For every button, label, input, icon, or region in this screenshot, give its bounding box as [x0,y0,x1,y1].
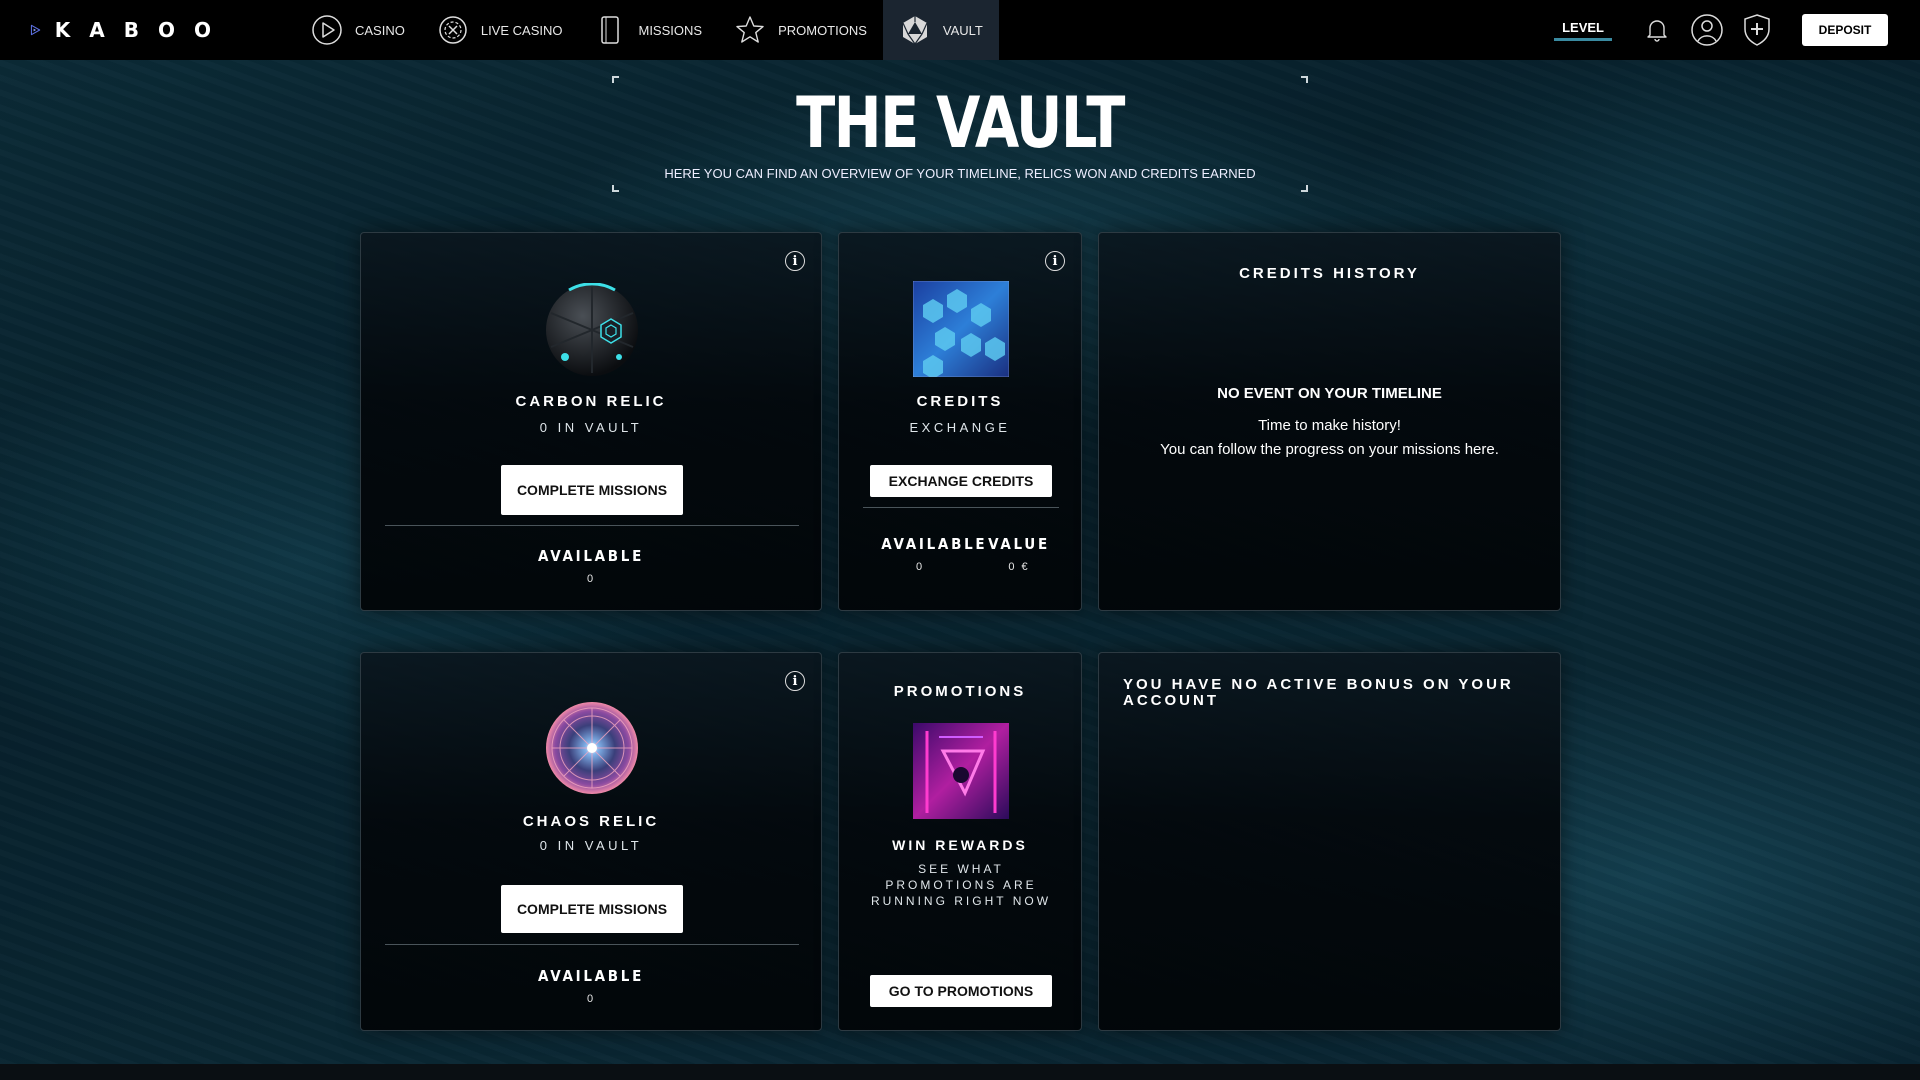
exchange-credits-button[interactable]: EXCHANGE CREDITS [870,465,1052,497]
top-navbar: KABOO CASINO LIVE CASINO MISSIONS PROMOT… [0,0,1920,60]
chaos-relic-title: CHAOS RELIC [522,813,660,830]
available-value: 0 [586,573,596,585]
win-rewards-subtitle: SEE WHAT PROMOTIONS ARE RUNNING RIGHT NO… [870,862,1052,908]
frame-corner [1301,76,1308,83]
nav-label-missions: MISSIONS [638,22,703,38]
active-bonus-card: YOU HAVE NO ACTIVE BONUS ON YOUR ACCOUNT [1098,652,1561,1031]
level-indicator[interactable]: LEVEL [1554,19,1612,41]
no-active-bonus-title: YOU HAVE NO ACTIVE BONUS ON YOUR ACCOUNT [1123,676,1514,709]
roulette-icon [437,14,469,46]
brand-name: KABOO [54,18,230,42]
frame-corner [1301,185,1308,192]
go-to-promotions-button[interactable]: GO TO PROMOTIONS [870,975,1052,1007]
info-icon[interactable]: i [1045,251,1065,271]
bell-icon[interactable] [1640,13,1674,47]
credits-history-card: CREDITS HISTORY NO EVENT ON YOUR TIMELIN… [1098,232,1561,611]
play-circle-icon [311,14,343,46]
info-icon[interactable]: i [785,251,805,271]
nav-item-live-casino[interactable]: LIVE CASINO [421,0,579,60]
chaos-relic-count: 0 IN VAULT [539,838,643,853]
credits-history-title: CREDITS HISTORY [1239,265,1420,282]
available-label: AVAILABLE [537,967,645,985]
credits-available-label: AVAILABLE [881,535,988,553]
promotions-image [913,723,1009,819]
nav-label-live-casino: LIVE CASINO [480,22,563,38]
credits-card: i CREDITS EXCHANGE EXCHANGE CREDITS AVAI… [838,232,1082,611]
star-icon [734,14,766,46]
chaos-relic-image [545,701,639,795]
carbon-relic-title: CARBON RELIC [515,393,667,410]
frame-corner [612,76,619,83]
complete-missions-button[interactable]: COMPLETE MISSIONS [501,885,683,933]
nav-label-promotions: PROMOTIONS [778,22,867,38]
frame-corner [612,185,619,192]
empty-timeline-line1: Time to make history! [1258,417,1401,434]
info-icon[interactable]: i [785,671,805,691]
nav-label-casino: CASINO [355,22,405,38]
main-nav: CASINO LIVE CASINO MISSIONS PROMOTIONS V… [295,0,999,60]
empty-timeline-title: NO EVENT ON YOUR TIMELINE [1217,385,1442,402]
promotions-card: PROMOTIONS WIN REWARDS SEE WHAT PROMOTIO… [838,652,1082,1031]
nav-label-vault: VAULT [942,22,983,38]
credits-image [912,280,1010,379]
kaboo-logo-icon [30,24,41,36]
promotions-title: PROMOTIONS [893,683,1027,700]
deposit-button[interactable]: DEPOSIT [1802,14,1888,46]
vault-dice-icon [899,14,931,46]
divider [385,525,799,526]
credits-title: CREDITS [916,393,1004,410]
win-rewards-title: WIN REWARDS [892,837,1028,853]
carbon-relic-count: 0 IN VAULT [539,420,643,435]
carbon-relic-card: i CARBON RELIC 0 IN VAULT COMPLETE MISSI… [360,232,822,611]
available-label: AVAILABLE [537,547,645,565]
divider [385,944,799,945]
credits-value-label: VALUE [988,535,1050,553]
kaboo-logo[interactable]: KABOO [30,0,230,60]
page-title: THE VAULT [796,82,1125,164]
nav-item-casino[interactable]: CASINO [295,0,421,60]
footer-strip [0,1064,1920,1080]
nav-item-vault[interactable]: VAULT [882,0,999,60]
page-subtitle: HERE YOU CAN FIND AN OVERVIEW OF YOUR TI… [664,166,1256,181]
shield-plus-icon[interactable] [1740,13,1774,47]
credits-available-value: 0 [915,561,925,573]
nav-right: LEVEL DEPOSIT [1554,0,1920,60]
chaos-relic-card: i CHAOS RELIC 0 IN VAULT COMPLETE MISSIO… [360,652,822,1031]
nav-item-promotions[interactable]: PROMOTIONS [718,0,883,60]
nav-item-missions[interactable]: MISSIONS [578,0,718,60]
credits-value-amount: 0 € [1008,561,1030,573]
user-account-icon[interactable] [1690,13,1724,47]
credits-subtitle: EXCHANGE [909,420,1011,435]
empty-timeline-line2: You can follow the progress on your miss… [1160,441,1499,458]
divider [863,507,1059,508]
missions-card-icon [594,14,626,46]
vault-header: THE VAULT HERE YOU CAN FIND AN OVERVIEW … [612,76,1308,192]
available-value: 0 [586,993,596,1005]
carbon-relic-image [545,282,639,377]
complete-missions-button[interactable]: COMPLETE MISSIONS [501,465,683,515]
